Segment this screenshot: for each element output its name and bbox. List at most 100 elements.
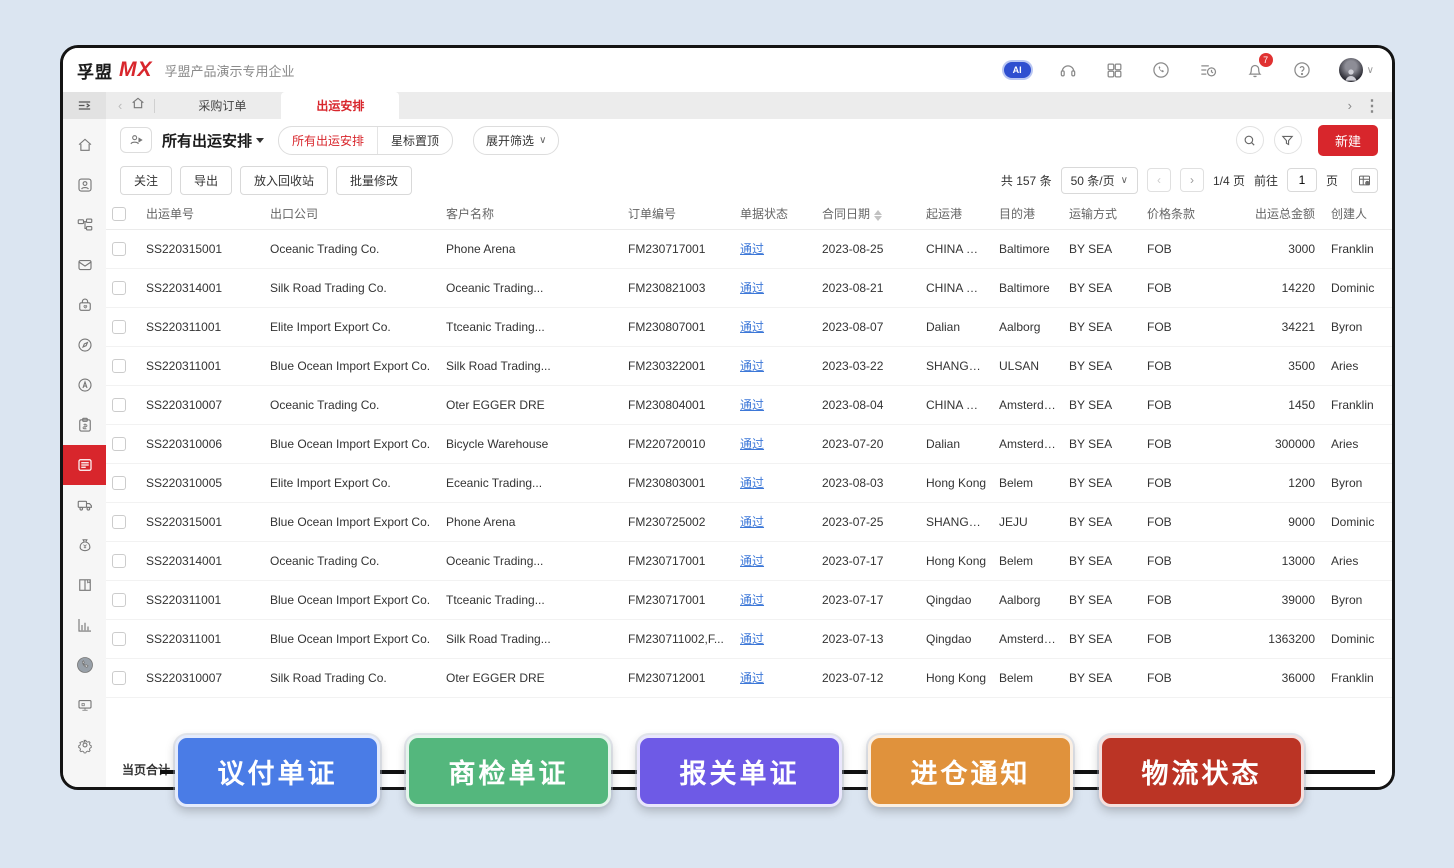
headset-support-icon[interactable] [1058,60,1078,80]
view-selector-dropdown[interactable]: 所有出运安排 [162,130,264,151]
sidebar-item-workstation[interactable] [63,685,106,725]
sidebar-item-funds[interactable] [63,525,106,565]
create-new-button[interactable]: 新建 [1318,125,1378,156]
table-row[interactable]: SS220310006 Blue Ocean Import Export Co.… [106,424,1392,463]
row-checkbox[interactable] [112,437,126,451]
status-link[interactable]: 通过 [740,398,764,412]
sidebar-item-contacts[interactable] [63,165,106,205]
status-link[interactable]: 通过 [740,437,764,451]
row-checkbox[interactable] [112,320,126,334]
notifications-bell-icon[interactable]: 7 [1245,60,1265,80]
row-checkbox[interactable] [112,281,126,295]
prev-page-button[interactable]: ‹ [1147,168,1171,192]
flow-step-button[interactable]: 议付单证 [175,735,380,807]
row-checkbox[interactable] [112,515,126,529]
sidebar-item-whatsapp[interactable] [63,645,106,685]
filter-funnel-button[interactable] [1274,126,1302,154]
recycle-bin-button[interactable]: 放入回收站 [240,166,328,195]
status-link[interactable]: 通过 [740,515,764,529]
table-row[interactable]: SS220311001 Blue Ocean Import Export Co.… [106,619,1392,658]
row-checkbox[interactable] [112,476,126,490]
table-row[interactable]: SS220311001 Blue Ocean Import Export Co.… [106,580,1392,619]
export-button[interactable]: 导出 [180,166,232,195]
pill-all-shipping[interactable]: 所有出运安排 [279,127,377,154]
sidebar-item-home[interactable] [63,125,106,165]
sidebar-item-finance-clipboard[interactable] [63,405,106,445]
tab-shipping-arrangement[interactable]: 出运安排 [281,92,399,119]
sidebar-item-logistics-truck[interactable] [63,485,106,525]
status-link[interactable]: 通过 [740,554,764,568]
nav-back-icon[interactable]: ‹ [118,98,122,113]
status-link[interactable]: 通过 [740,593,764,607]
sidebar-item-reports-chart[interactable] [63,605,106,645]
status-link[interactable]: 通过 [740,281,764,295]
status-link[interactable]: 通过 [740,242,764,256]
sidebar-item-procurement-bag[interactable] [63,285,106,325]
table-row[interactable]: SS220314001 Oceanic Trading Co. Oceanic … [106,541,1392,580]
pill-starred-top[interactable]: 星标置顶 [377,127,452,154]
table-row[interactable]: SS220315001 Oceanic Trading Co. Phone Ar… [106,229,1392,268]
sidebar-item-org-structure[interactable] [63,205,106,245]
cell-shipping-no: SS220310005 [140,463,264,502]
status-link[interactable]: 通过 [740,320,764,334]
table-row[interactable]: SS220315001 Blue Ocean Import Export Co.… [106,502,1392,541]
sidebar-toggle-button[interactable] [63,92,106,119]
cell-port-of-destination: Baltimore [993,229,1063,268]
status-link[interactable]: 通过 [740,632,764,646]
task-history-icon[interactable] [1198,60,1218,80]
table-row[interactable]: SS220311001 Blue Ocean Import Export Co.… [106,346,1392,385]
goto-page-input[interactable] [1287,168,1317,192]
sidebar-item-ledger-book[interactable] [63,565,106,605]
home-tab-icon[interactable] [130,95,146,116]
cell-price-terms: FOB [1141,307,1215,346]
row-checkbox[interactable] [112,242,126,256]
flow-step-button[interactable]: 物流状态 [1099,735,1304,807]
status-link[interactable]: 通过 [740,476,764,490]
table-row[interactable]: SS220310005 Elite Import Export Co. Ecea… [106,463,1392,502]
tabs-more-icon[interactable]: ⋮ [1364,96,1380,116]
sidebar-item-settings[interactable] [63,725,106,765]
row-checkbox[interactable] [112,359,126,373]
column-settings-button[interactable] [1351,168,1378,193]
table-row[interactable]: SS220310007 Oceanic Trading Co. Oter EGG… [106,385,1392,424]
bulk-edit-button[interactable]: 批量修改 [336,166,412,195]
flow-step-button[interactable]: 进仓通知 [868,735,1073,807]
cell-total-amount: 1200 [1215,463,1325,502]
table-row[interactable]: SS220310007 Silk Road Trading Co. Oter E… [106,658,1392,697]
cell-order-no: FM230807001 [622,307,734,346]
table-row[interactable]: SS220311001 Elite Import Export Co. Ttce… [106,307,1392,346]
ai-assistant-icon[interactable]: AI [1004,62,1031,78]
column-header[interactable]: 合同日期 [816,199,920,229]
table-row[interactable]: SS220314001 Silk Road Trading Co. Oceani… [106,268,1392,307]
follow-button[interactable]: 关注 [120,166,172,195]
status-link[interactable]: 通过 [740,671,764,685]
row-checkbox[interactable] [112,671,126,685]
apps-grid-icon[interactable] [1105,61,1124,80]
row-checkbox[interactable] [112,593,126,607]
page-size-select[interactable]: 50 条/页∨ [1061,167,1138,194]
status-link[interactable]: 通过 [740,359,764,373]
sidebar-item-compass[interactable] [63,325,106,365]
row-checkbox[interactable] [112,632,126,646]
tabs-forward-icon[interactable]: › [1348,98,1352,113]
expand-filters-button[interactable]: 展开筛选∨ [473,126,559,155]
sort-icon[interactable] [874,210,882,221]
next-page-button[interactable]: › [1180,168,1204,192]
sidebar-item-shipping-docs[interactable] [63,445,106,485]
search-button[interactable] [1236,126,1264,154]
row-checkbox[interactable] [112,398,126,412]
sidebar-item-mail[interactable] [63,245,106,285]
tab-purchase-orders[interactable]: 采购订单 [163,92,281,119]
sidebar-item-circle-a[interactable] [63,365,106,405]
cell-contract-date: 2023-08-25 [816,229,920,268]
user-avatar[interactable]: ∨ [1339,58,1374,82]
help-icon[interactable] [1292,60,1312,80]
whatsapp-icon[interactable] [1151,60,1171,80]
flow-step-button[interactable]: 报关单证 [637,735,842,807]
view-owner-button[interactable] [120,127,152,153]
cell-total-amount: 9000 [1215,502,1325,541]
row-checkbox[interactable] [112,554,126,568]
sidebar [63,119,106,787]
flow-step-button[interactable]: 商检单证 [406,735,611,807]
select-all-checkbox[interactable] [112,207,126,221]
